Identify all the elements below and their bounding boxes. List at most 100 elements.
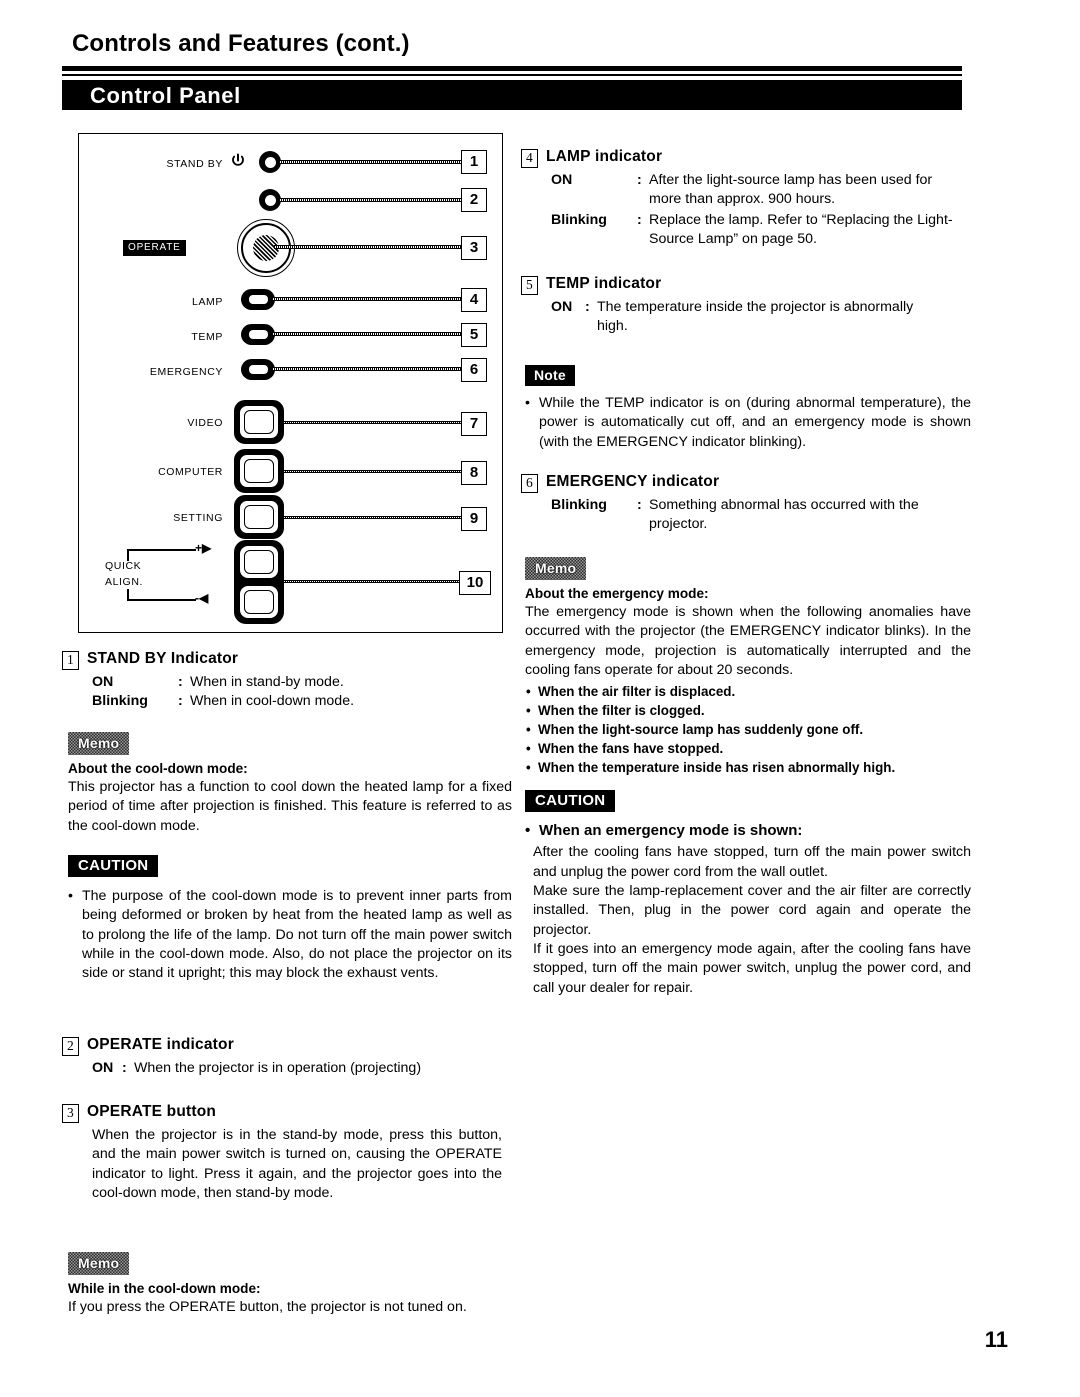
caution-emergency-para-1: After the cooling fans have stopped, tur… [533,844,971,880]
temp-on-value: The temperature inside the projector is … [597,299,914,315]
operate-indicator-number: 2 [62,1037,79,1056]
diagram-label-video: VIDEO [187,417,223,429]
diagram-label-emergency: EMERGENCY [149,366,223,378]
emergency-number: 6 [521,474,538,493]
callout-3: 3 [461,236,487,260]
lamp-blinking-value-cont: Source Lamp” on page 50. [649,230,817,247]
callout-5: 5 [461,323,487,347]
callout-4: 4 [461,288,487,312]
emergency-blinking-key: Blinking [551,497,607,513]
operate-button-text: When the projector is in the stand-by mo… [92,1127,502,1201]
lead-line-7 [283,421,463,424]
block-operate-indicator: 2 OPERATE indicator ON : When the projec… [62,1036,512,1078]
operate-on-value: When the projector is in operation (proj… [134,1060,422,1076]
memo-cooldown-text: This projector has a function to cool do… [68,779,512,834]
lamp-on-colon: : [637,172,642,188]
diagram-label-standby: STAND BY [166,158,223,170]
lead-line-2 [279,198,463,202]
callout-8: 8 [461,461,487,485]
page-title: Controls and Features (cont.) [72,30,410,57]
temp-row-on: ON : The temperature inside the projecto… [521,298,971,317]
note-temp-text: While the TEMP indicator is on (during a… [525,394,971,452]
callout-6: 6 [461,358,487,382]
list-item: When the air filter is displaced. [525,682,971,701]
memo-emergency-bullets: When the air filter is displaced. When t… [525,682,971,777]
block-emergency-indicator: 6 EMERGENCY indicator Blinking : Somethi… [521,473,971,534]
computer-button[interactable] [234,449,284,493]
temp-number: 5 [521,276,538,295]
standby-number: 1 [62,651,79,670]
block-memo-cooldown: Memo About the cool-down mode: This proj… [68,732,512,836]
lamp-title: LAMP indicator [546,148,663,165]
quick-align-minus-arrow: -◀ [195,591,209,605]
quick-align-plus-arrow: +▶ [195,541,212,555]
temp-indicator [241,324,275,345]
operate-indicator-led [259,189,281,211]
standby-led [259,151,281,173]
header-rules [62,66,962,76]
standby-on-colon: : [178,674,183,690]
list-item: When the temperature inside has risen ab… [525,758,971,777]
diagram-label-quick: QUICK [105,560,142,572]
lamp-row-on: ON : After the light-source lamp has bee… [521,171,971,190]
lead-line-8 [283,470,463,473]
temp-on-value-cont: high. [597,317,628,334]
lamp-blinking-key: Blinking [551,212,607,229]
list-item: When the light-source lamp has suddenly … [525,720,971,739]
diagram-label-computer: COMPUTER [158,466,223,478]
emergency-blinking-value: Something abnormal has occurred with the [649,497,919,513]
operate-on-key: ON [92,1060,114,1076]
quick-align-minus-button[interactable] [239,585,279,619]
callout-9: 9 [461,507,487,531]
callout-10: 10 [459,571,491,595]
video-button[interactable] [234,400,284,444]
caution-badge-2: CAUTION [525,790,616,812]
quick-align-buttons[interactable] [234,540,284,624]
emergency-blinking-colon: : [637,497,642,513]
page-number: 11 [984,1327,1008,1352]
note-badge: Note [525,365,575,386]
emergency-row-blinking: Blinking : Something abnormal has occurr… [521,496,971,515]
lead-line-6 [272,367,463,371]
control-panel-diagram: STAND BY 1 2 OPERATE 3 LAMP 4 TEMP 5 EME… [78,133,503,633]
block-temp-indicator: 5 TEMP indicator ON : The temperature in… [521,275,971,336]
section-header-label: Control Panel [90,83,241,108]
operate-button-title: OPERATE button [87,1103,217,1120]
lamp-row-blinking: Blinking : Replace the lamp. Refer to “R… [521,211,971,230]
block-caution-emergency: CAUTION When an emergency mode is shown:… [525,790,971,998]
list-item: When the fans have stopped. [525,739,971,758]
lamp-number: 4 [521,149,538,168]
diagram-label-setting: SETTING [173,512,223,524]
block-memo-cooldown-2: Memo While in the cool-down mode: If you… [68,1252,512,1317]
memo-cooldown2-text: If you press the OPERATE button, the pro… [68,1299,467,1315]
emergency-blinking-value-cont: projector. [649,515,708,532]
lead-line-3 [274,245,463,249]
standby-on-key: ON [92,674,114,690]
power-symbol-icon [232,153,244,166]
setting-button[interactable] [234,495,284,539]
caution-emergency-para-2: Make sure the lamp-replacement cover and… [533,883,971,938]
operate-indicator-heading: 2 OPERATE indicator [62,1036,512,1056]
block-memo-emergency: Memo About the emergency mode: The emerg… [525,557,971,777]
lead-line-9 [283,516,463,519]
emergency-heading: 6 EMERGENCY indicator [521,473,971,493]
emergency-title: EMERGENCY indicator [546,473,720,490]
lead-line-1 [279,160,463,164]
quick-align-plus-button[interactable] [239,545,279,579]
list-item: When the filter is clogged. [525,701,971,720]
standby-on-value: When in stand-by mode. [190,674,344,690]
block-note-temp: Note While the TEMP indicator is on (dur… [525,365,971,452]
memo-emergency-text: The emergency mode is shown when the fol… [525,604,971,678]
memo-cooldown-subtitle: About the cool-down mode: [68,761,248,776]
caution-emergency-para-3: If it goes into an emergency mode again,… [533,940,971,996]
operate-button-heading: 3 OPERATE button [62,1103,512,1123]
operate-tag: OPERATE [123,240,186,256]
standby-row-blinking: Blinking : When in cool-down mode. [62,692,512,711]
temp-title: TEMP indicator [546,275,662,292]
lamp-blinking-colon: : [637,212,642,229]
operate-indicator-row-on: ON : When the projector is in operation … [62,1059,512,1078]
operate-on-colon: : [122,1060,127,1076]
memo-cooldown2-subtitle: While in the cool-down mode: [68,1281,261,1296]
lamp-heading: 4 LAMP indicator [521,148,971,168]
lead-line-10 [283,580,463,583]
